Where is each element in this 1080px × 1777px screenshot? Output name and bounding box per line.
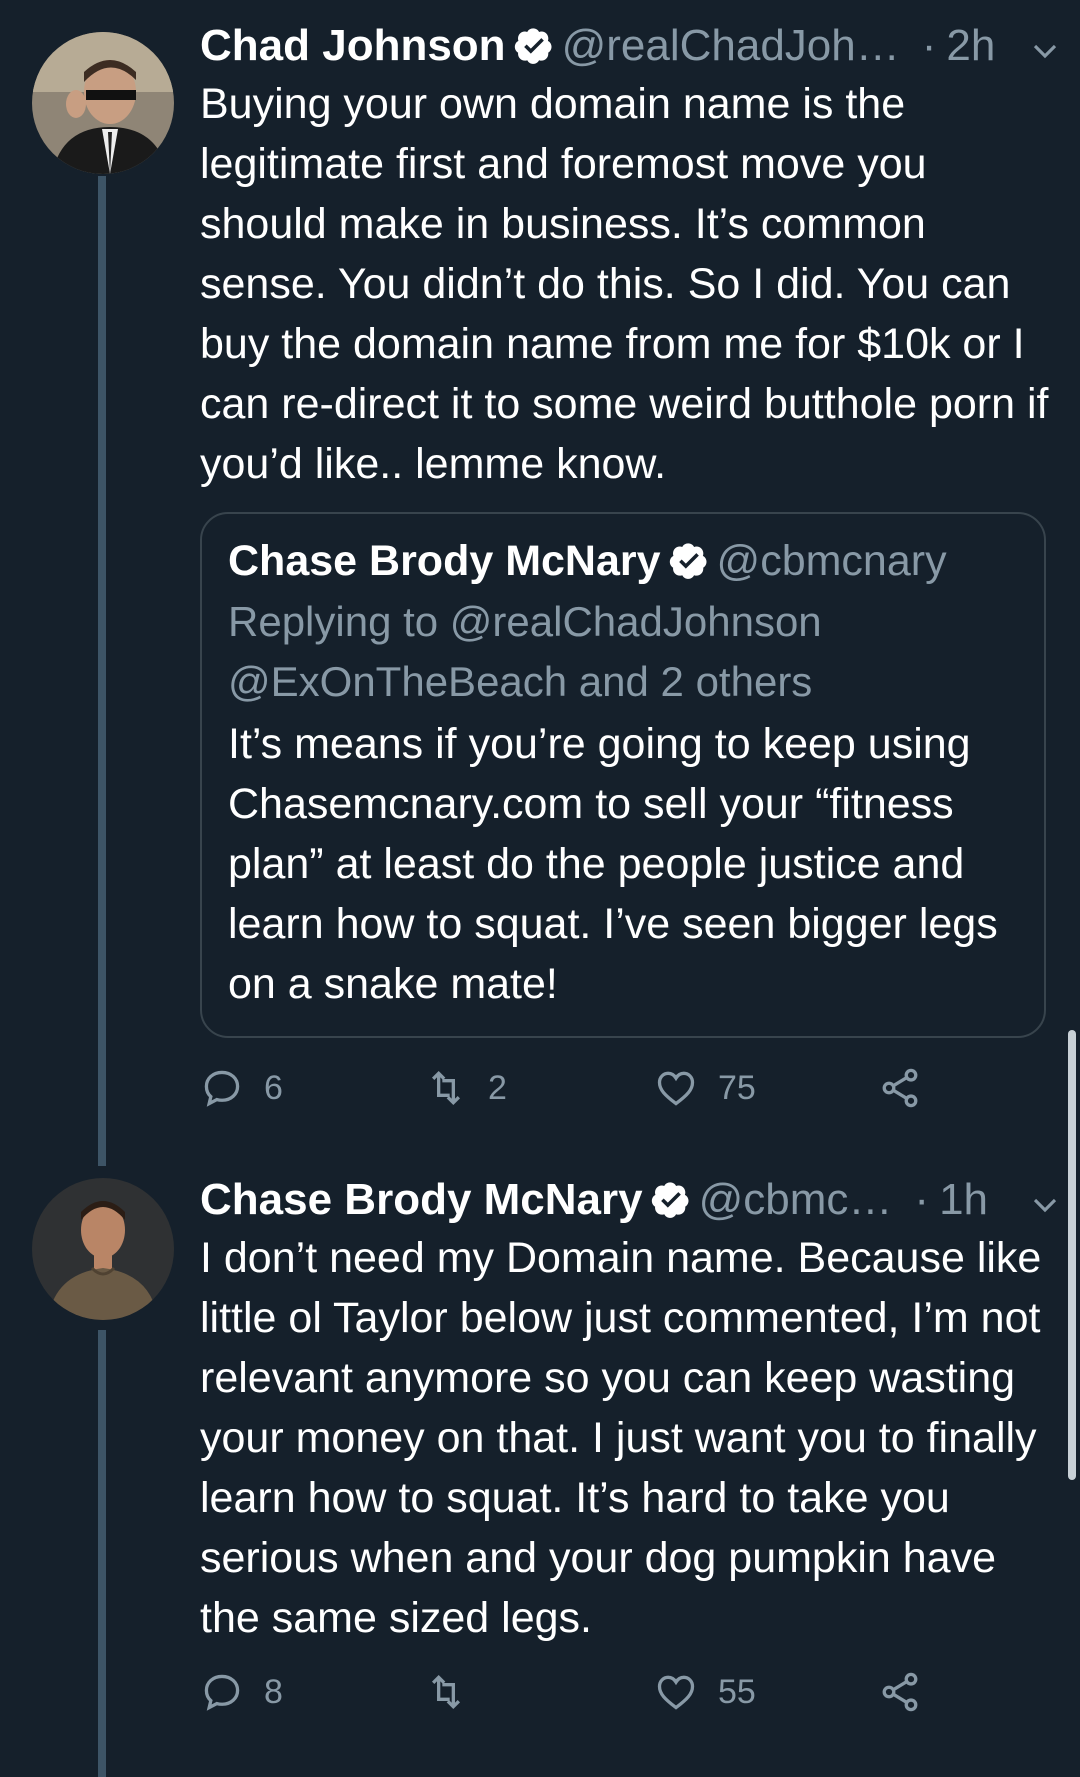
scrollbar[interactable] xyxy=(1068,1030,1076,1480)
reply-icon xyxy=(204,1674,240,1711)
retweet-button[interactable] xyxy=(424,1670,488,1714)
replying-to-line-2[interactable]: @ExOnTheBeach and 2 others xyxy=(228,652,1020,712)
quoted-author-handle: @cbmcnary xyxy=(716,536,947,585)
timestamp[interactable]: 2h xyxy=(946,21,995,71)
chevron-down-icon[interactable] xyxy=(1030,1190,1060,1220)
tweet-1[interactable]: Chad Johnson @realChadJoh… · 2h Buying y… xyxy=(0,0,1080,1160)
avatar-photo-icon xyxy=(32,32,174,174)
chevron-down-icon[interactable] xyxy=(1030,36,1060,66)
quoted-tweet-header: Chase Brody McNary @cbmcnary xyxy=(228,536,1020,586)
tweet-content: Chase Brody McNary @cbmc… · 1h I don’t n… xyxy=(200,1174,1050,1648)
tweet-2[interactable]: Chase Brody McNary @cbmc… · 1h I don’t n… xyxy=(0,1160,1080,1777)
tweet-text: I don’t need my Domain name. Because lik… xyxy=(200,1234,1042,1642)
verified-badge-icon xyxy=(669,543,707,579)
reply-button[interactable]: 6 xyxy=(200,1066,283,1110)
share-button[interactable] xyxy=(878,1670,942,1714)
tweet-text: Buying your own domain name is the legit… xyxy=(200,80,1049,488)
author-name[interactable]: Chad Johnson xyxy=(200,21,506,71)
timestamp[interactable]: 1h xyxy=(939,1175,988,1225)
reply-icon xyxy=(204,1070,240,1107)
share-icon xyxy=(882,1672,918,1712)
reply-count: 8 xyxy=(264,1672,283,1711)
reply-count: 6 xyxy=(264,1068,283,1107)
avatar[interactable] xyxy=(32,32,174,174)
author-handle[interactable]: @cbmc… xyxy=(699,1175,893,1225)
reply-button[interactable]: 8 xyxy=(200,1670,283,1714)
avatar[interactable] xyxy=(32,1178,174,1320)
tweet-actions: 8 55 xyxy=(200,1670,960,1720)
author-handle[interactable]: @realChadJoh… xyxy=(562,21,900,71)
retweet-count: 2 xyxy=(488,1068,507,1107)
share-button[interactable] xyxy=(878,1066,942,1110)
tweet-actions: 6 2 75 xyxy=(200,1066,960,1116)
like-button[interactable]: 55 xyxy=(654,1670,756,1714)
quoted-tweet[interactable]: Chase Brody McNary @cbmcnary Replying to… xyxy=(200,512,1046,1038)
tweet-content: Chad Johnson @realChadJoh… · 2h Buying y… xyxy=(200,20,1050,494)
separator-dot: · xyxy=(921,21,937,70)
verified-badge-icon xyxy=(651,1182,689,1218)
like-count: 55 xyxy=(718,1672,756,1711)
quoted-tweet-text: It’s means if you’re going to keep using… xyxy=(228,720,998,1008)
like-count: 75 xyxy=(718,1068,756,1107)
quoted-author-name: Chase Brody McNary xyxy=(228,536,661,585)
verified-badge-icon xyxy=(514,28,552,64)
retweet-icon xyxy=(431,1674,461,1710)
heart-icon xyxy=(657,1675,695,1710)
tweet-header: Chase Brody McNary @cbmc… · 1h xyxy=(200,1174,1050,1226)
retweet-button[interactable]: 2 xyxy=(424,1066,507,1110)
replying-to-line-1[interactable]: Replying to @realChadJohnson xyxy=(228,592,1020,652)
heart-icon xyxy=(657,1071,695,1106)
avatar-photo-icon xyxy=(32,1178,174,1320)
author-name[interactable]: Chase Brody McNary xyxy=(200,1175,643,1225)
share-icon xyxy=(882,1068,918,1108)
retweet-icon xyxy=(431,1070,461,1106)
like-button[interactable]: 75 xyxy=(654,1066,756,1110)
separator-dot: · xyxy=(914,1175,930,1224)
tweet-header: Chad Johnson @realChadJoh… · 2h xyxy=(200,20,1050,72)
